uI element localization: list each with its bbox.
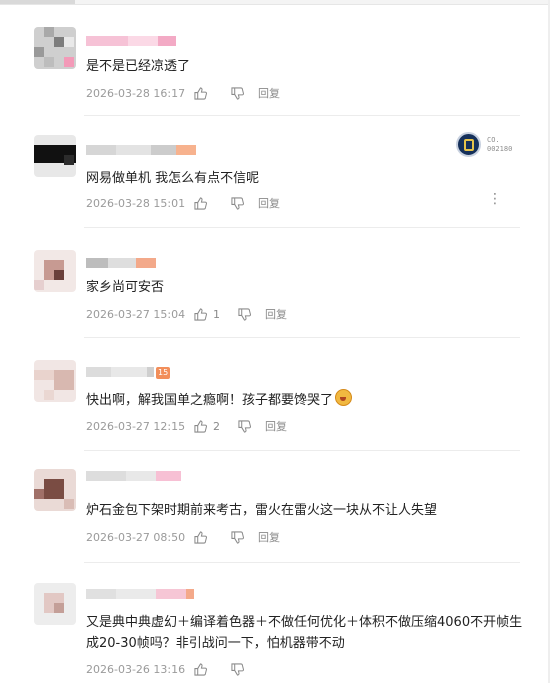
comment-item: 炉石金包下架时期前来考古，雷火在雷火这一块从不让人失望 2026-03-27 0… bbox=[0, 451, 548, 563]
reply-button[interactable]: 回复 bbox=[265, 306, 287, 322]
crying-emoji-icon bbox=[335, 389, 353, 406]
username[interactable] bbox=[86, 589, 194, 599]
level-badge: 15 bbox=[156, 367, 171, 379]
thumbs-up-icon bbox=[194, 196, 207, 210]
like-button[interactable] bbox=[194, 196, 213, 210]
thumbs-up-icon bbox=[194, 663, 207, 676]
thumbs-up-icon bbox=[194, 307, 207, 321]
more-options-icon[interactable]: ⋮ bbox=[488, 192, 502, 206]
comment-timestamp: 2026-03-27 12:15 bbox=[86, 419, 186, 433]
comment-text-body: 快出啊，解我国单之瘾啊！孩子都要馋哭了 bbox=[86, 393, 334, 408]
comment-item: CO. 002180 网易做单机 我怎么有点不信呢 2026-03-28 15:0… bbox=[0, 116, 548, 228]
avatar[interactable] bbox=[34, 250, 76, 292]
username[interactable]: 15 bbox=[86, 367, 171, 379]
username[interactable] bbox=[86, 145, 196, 155]
comment-timestamp: 2026-03-28 15:01 bbox=[86, 196, 186, 210]
reply-button[interactable]: 回复 bbox=[258, 85, 280, 101]
reply-button[interactable]: 回复 bbox=[258, 529, 280, 545]
comment-timestamp: 2026-03-27 15:04 bbox=[86, 307, 186, 321]
comment-timestamp: 2026-03-28 16:17 bbox=[86, 86, 186, 100]
like-button[interactable]: 1 bbox=[194, 308, 220, 321]
comment-item: 又是典中典虚幻＋编译着色器＋不做任何优化＋体积不做压缩4060不开帧生成20-3… bbox=[0, 563, 548, 683]
thumbs-up-icon bbox=[194, 419, 207, 433]
like-count: 2 bbox=[213, 419, 220, 433]
comment-text: 又是典中典虚幻＋编译着色器＋不做任何优化＋体积不做压缩4060不开帧生成20-3… bbox=[86, 615, 523, 651]
like-button[interactable] bbox=[194, 663, 213, 676]
dislike-button[interactable] bbox=[231, 663, 244, 676]
comment-text: 快出啊，解我国单之瘾啊！孩子都要馋哭了 bbox=[86, 389, 353, 411]
comment-timestamp: 2026-03-26 13:16 bbox=[86, 663, 186, 676]
thumbs-down-icon bbox=[238, 307, 251, 321]
comment-meta: 2026-03-28 15:01 回复 bbox=[86, 195, 280, 211]
comment-meta: 2026-03-28 16:17 回复 bbox=[86, 85, 280, 101]
comment-timestamp: 2026-03-27 08:50 bbox=[86, 530, 186, 544]
comment-item: 15 快出啊，解我国单之瘾啊！孩子都要馋哭了 2026-03-27 12:15 … bbox=[0, 338, 548, 451]
dislike-button[interactable] bbox=[231, 196, 244, 210]
avatar[interactable] bbox=[34, 583, 76, 625]
avatar[interactable] bbox=[34, 469, 76, 511]
thumbs-down-icon bbox=[231, 663, 244, 676]
avatar[interactable] bbox=[34, 135, 76, 177]
comment-item: 家乡尚可安否 2026-03-27 15:04 1 回复 bbox=[0, 228, 548, 338]
thumbs-down-icon bbox=[231, 530, 244, 544]
reply-button[interactable]: 回复 bbox=[258, 195, 280, 211]
club-crest-icon bbox=[456, 132, 481, 157]
like-button[interactable] bbox=[194, 86, 213, 100]
thumbs-down-icon bbox=[231, 196, 244, 210]
dislike-button[interactable] bbox=[238, 307, 251, 321]
comment-item: 是不是已经凉透了 2026-03-28 16:17 回复 bbox=[0, 4, 548, 116]
comment-meta: 2026-03-26 13:16 bbox=[86, 663, 244, 676]
username[interactable] bbox=[86, 258, 156, 268]
fan-badge[interactable]: CO. 002180 bbox=[456, 132, 512, 157]
comment-meta: 2026-03-27 12:15 2 回复 bbox=[86, 418, 287, 434]
comment-text: 网易做单机 我怎么有点不信呢 bbox=[86, 171, 260, 186]
comment-meta: 2026-03-27 15:04 1 回复 bbox=[86, 306, 287, 322]
avatar[interactable] bbox=[34, 27, 76, 69]
badge-line2: 002180 bbox=[487, 144, 513, 153]
comment-text: 炉石金包下架时期前来考古，雷火在雷火这一块从不让人失望 bbox=[86, 503, 438, 518]
thumbs-up-icon bbox=[194, 86, 207, 100]
like-count: 1 bbox=[213, 307, 220, 321]
comment-text: 是不是已经凉透了 bbox=[86, 59, 191, 74]
dislike-button[interactable] bbox=[231, 86, 244, 100]
like-button[interactable]: 2 bbox=[194, 420, 220, 433]
username[interactable] bbox=[86, 36, 176, 46]
thumbs-down-icon bbox=[231, 86, 244, 100]
username[interactable] bbox=[86, 471, 181, 481]
like-button[interactable] bbox=[194, 530, 213, 544]
thumbs-down-icon bbox=[238, 419, 251, 433]
badge-line1: CO. bbox=[487, 135, 500, 144]
avatar[interactable] bbox=[34, 360, 76, 402]
thumbs-up-icon bbox=[194, 530, 207, 544]
comment-meta: 2026-03-27 08:50 回复 bbox=[86, 529, 280, 545]
reply-button[interactable]: 回复 bbox=[265, 418, 287, 434]
dislike-button[interactable] bbox=[238, 419, 251, 433]
comment-text: 家乡尚可安否 bbox=[86, 280, 165, 295]
dislike-button[interactable] bbox=[231, 530, 244, 544]
